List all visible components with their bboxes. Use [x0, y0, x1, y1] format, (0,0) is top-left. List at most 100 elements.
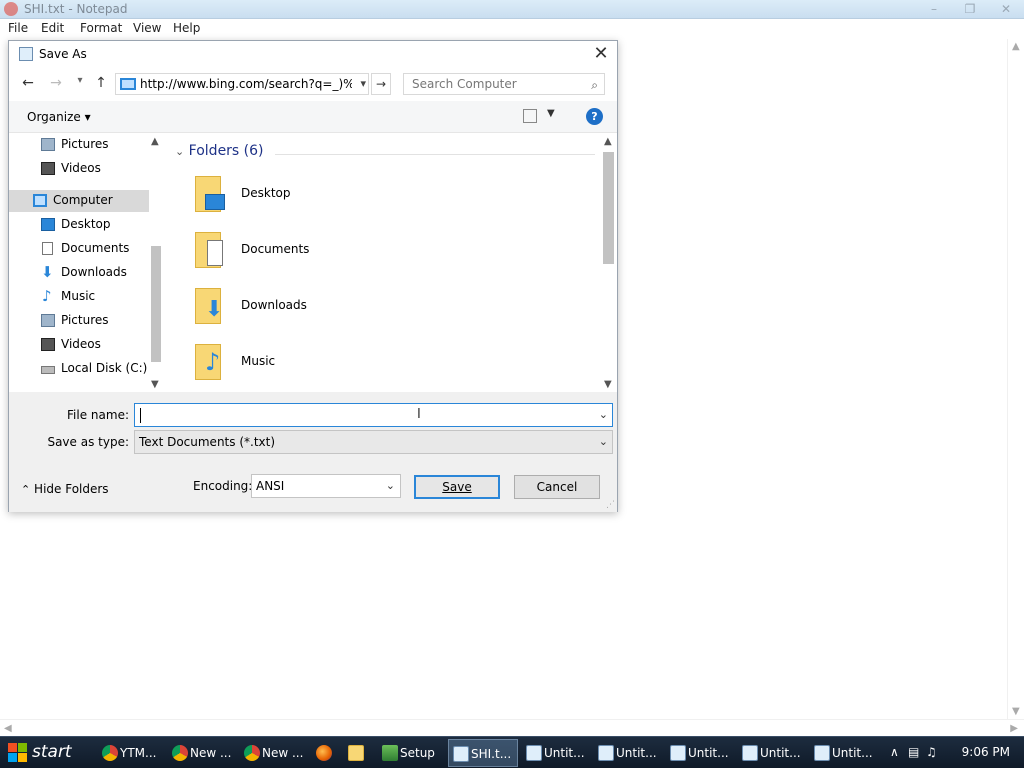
search-input[interactable]: Search Computer ⌕: [403, 73, 605, 95]
chrome-icon: [172, 745, 188, 761]
help-icon[interactable]: ?: [586, 108, 603, 125]
taskbar-item-explorer[interactable]: [344, 739, 372, 767]
taskbar-item-untitled-4[interactable]: Untit...: [738, 739, 806, 767]
nav-item-videos[interactable]: Videos: [9, 158, 149, 180]
view-options-icon[interactable]: [523, 109, 537, 123]
file-name-field[interactable]: I ⌄: [134, 403, 613, 427]
menu-format[interactable]: Format: [80, 21, 122, 35]
close-window-button[interactable]: ✕: [988, 0, 1024, 19]
folder-label: Documents: [241, 242, 310, 256]
documents-icon: [42, 242, 53, 255]
taskbar-item-untitled-2[interactable]: Untit...: [594, 739, 662, 767]
taskbar-item-label: Untit...: [760, 746, 801, 760]
dialog-title: Save As: [39, 47, 87, 61]
forward-arrow-icon[interactable]: →: [47, 75, 65, 93]
notepad-horizontal-scrollbar[interactable]: ◀ ▶: [0, 719, 1024, 736]
firefox-icon: [316, 745, 332, 761]
taskbar-item-untitled-3[interactable]: Untit...: [666, 739, 734, 767]
nav-item-pictures[interactable]: Pictures: [9, 310, 149, 332]
search-placeholder: Search Computer: [412, 77, 517, 91]
taskbar-item-shi-txt[interactable]: SHI.t...: [448, 739, 518, 767]
chevron-down-icon[interactable]: ⌄: [386, 479, 395, 492]
taskbar: start YTM... New ... New ... Setup SHI.t…: [0, 736, 1024, 768]
nav-item-label: Local Disk (C:): [61, 361, 148, 375]
clock[interactable]: 9:06 PM: [962, 745, 1010, 759]
maximize-button[interactable]: ❐: [952, 0, 988, 19]
chevron-down-icon[interactable]: ▾: [360, 77, 366, 90]
command-bar: Organize ▾ ▼ ?: [9, 101, 617, 133]
chevron-down-icon[interactable]: ▼: [547, 108, 555, 119]
scroll-up-icon[interactable]: ▲: [151, 136, 159, 147]
organize-button[interactable]: Organize ▾: [27, 110, 91, 124]
menu-view[interactable]: View: [133, 21, 161, 35]
content-scrollbar[interactable]: ▲ ▼: [601, 134, 617, 392]
scroll-up-icon[interactable]: ▲: [1012, 41, 1020, 52]
scroll-left-icon[interactable]: ◀: [4, 723, 12, 734]
scroll-up-icon[interactable]: ▲: [604, 136, 612, 147]
taskbar-item-firefox[interactable]: [312, 739, 340, 767]
up-arrow-icon[interactable]: ↑: [92, 75, 110, 93]
nav-item-downloads[interactable]: ⬇ Downloads: [9, 262, 149, 284]
go-arrow-icon[interactable]: →: [371, 73, 391, 95]
cancel-button[interactable]: Cancel: [514, 475, 600, 499]
folder-desktop[interactable]: Desktop: [195, 174, 415, 220]
nav-item-videos[interactable]: Videos: [9, 334, 149, 356]
videos-icon: [41, 338, 55, 351]
back-arrow-icon[interactable]: ←: [19, 75, 37, 93]
menu-file[interactable]: File: [8, 21, 28, 35]
notepad-menubar: File Edit Format View Help: [0, 19, 1024, 39]
volume-icon[interactable]: ♫: [926, 745, 937, 759]
scrollbar-thumb[interactable]: [151, 246, 161, 362]
taskbar-item-untitled-1[interactable]: Untit...: [522, 739, 590, 767]
recent-locations-icon[interactable]: ▾: [71, 75, 89, 93]
nav-item-music[interactable]: ♪ Music: [9, 286, 149, 308]
scroll-down-icon[interactable]: ▼: [1012, 706, 1020, 717]
save-as-type-select[interactable]: Text Documents (*.txt) ⌄: [134, 430, 613, 454]
organize-label: Organize: [27, 110, 81, 124]
taskbar-item-new-tab-1[interactable]: New ...: [168, 739, 232, 767]
folders-group-header[interactable]: ⌄ Folders (6): [175, 143, 264, 159]
notepad-icon: [453, 746, 469, 762]
chevron-down-icon[interactable]: ⌄: [599, 408, 608, 421]
folder-downloads[interactable]: ⬇ Downloads: [195, 286, 415, 332]
taskbar-item-setup[interactable]: Setup: [378, 739, 442, 767]
folder-documents[interactable]: Documents: [195, 230, 415, 276]
file-name-input[interactable]: [139, 407, 579, 423]
nav-item-computer[interactable]: Computer: [9, 190, 149, 212]
network-icon[interactable]: ▤: [908, 745, 919, 759]
nav-item-local-disk[interactable]: Local Disk (C:): [9, 358, 149, 380]
taskbar-item-new-tab-2[interactable]: New ...: [240, 739, 304, 767]
menu-edit[interactable]: Edit: [41, 21, 64, 35]
resize-grip-icon[interactable]: ⋰: [606, 500, 615, 510]
pictures-icon: [41, 138, 55, 151]
hide-folders-button[interactable]: ⌃ Hide Folders: [21, 482, 109, 496]
nav-pane-scrollbar[interactable]: ▲ ▼: [149, 134, 164, 392]
menu-help[interactable]: Help: [173, 21, 200, 35]
encoding-select[interactable]: ANSI ⌄: [251, 474, 401, 498]
taskbar-item-ytm[interactable]: YTM...: [98, 739, 162, 767]
nav-item-label: Videos: [61, 337, 101, 351]
save-button[interactable]: Save: [414, 475, 500, 499]
start-button[interactable]: start: [0, 737, 90, 768]
scroll-right-icon[interactable]: ▶: [1010, 723, 1018, 734]
folder-music[interactable]: ♪ Music: [195, 342, 415, 388]
scrollbar-thumb[interactable]: [603, 152, 614, 264]
notepad-vertical-scrollbar[interactable]: ▲ ▼: [1007, 39, 1024, 719]
scroll-down-icon[interactable]: ▼: [604, 379, 612, 390]
chevron-up-icon[interactable]: ∧: [890, 745, 899, 759]
nav-item-label: Videos: [61, 161, 101, 175]
content-pane: ⌄ Folders (6) Desktop Documents ⬇ Downlo…: [165, 134, 617, 392]
chevron-down-icon[interactable]: ⌄: [599, 435, 608, 448]
scroll-down-icon[interactable]: ▼: [151, 379, 159, 390]
chrome-icon: [102, 745, 118, 761]
nav-item-documents[interactable]: Documents: [9, 238, 149, 260]
close-icon[interactable]: ✕: [591, 43, 611, 64]
nav-item-pictures[interactable]: Pictures: [9, 134, 149, 156]
minimize-button[interactable]: –: [916, 0, 952, 19]
nav-item-desktop[interactable]: Desktop: [9, 214, 149, 236]
search-icon[interactable]: ⌕: [591, 78, 598, 93]
chrome-icon: [244, 745, 260, 761]
navigation-pane: Pictures Videos Computer Desktop Documen…: [9, 134, 164, 392]
taskbar-item-untitled-5[interactable]: Untit...: [810, 739, 878, 767]
address-bar[interactable]: http://www.bing.com/search?q=_)%3A: ▾: [115, 73, 369, 95]
